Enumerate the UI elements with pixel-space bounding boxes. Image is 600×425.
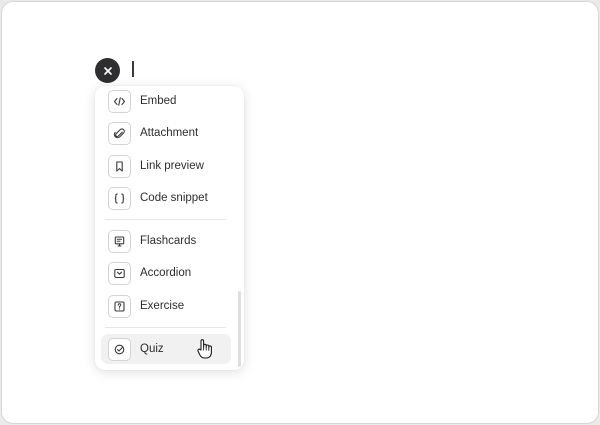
editor-canvas: Embed Attachment Link preview Code snipp… xyxy=(1,1,599,424)
menu-item-link-preview[interactable]: Link preview xyxy=(101,151,231,181)
menu-item-label: Flashcards xyxy=(140,235,197,247)
check-circle-icon xyxy=(108,337,131,361)
menu-item-embed[interactable]: Embed xyxy=(101,86,231,116)
pointer-hand-icon xyxy=(197,339,212,359)
flashcards-icon xyxy=(108,229,131,253)
paperclip-icon xyxy=(108,121,131,145)
menu-item-label: Embed xyxy=(140,95,177,107)
menu-item-attachment[interactable]: Attachment xyxy=(101,118,231,148)
menu-item-flashcards[interactable]: Flashcards xyxy=(101,226,231,256)
close-icon xyxy=(103,66,112,75)
insert-block-menu: Embed Attachment Link preview Code snipp… xyxy=(95,86,244,370)
bookmark-icon xyxy=(108,154,131,178)
menu-divider xyxy=(105,327,226,328)
accordion-icon xyxy=(108,261,131,285)
menu-item-exercise[interactable]: Exercise xyxy=(101,291,231,321)
menu-item-label: Link preview xyxy=(140,160,204,172)
close-insert-menu-button[interactable] xyxy=(95,58,120,83)
menu-item-label: Attachment xyxy=(140,127,199,139)
curly-braces-icon xyxy=(108,186,131,210)
menu-scrollbar[interactable] xyxy=(238,291,241,367)
menu-item-accordion[interactable]: Accordion xyxy=(101,258,231,288)
menu-item-label: Code snippet xyxy=(140,192,208,204)
menu-item-label: Accordion xyxy=(140,267,192,279)
text-cursor xyxy=(132,61,134,77)
embed-code-icon xyxy=(108,89,131,113)
menu-item-label: Exercise xyxy=(140,300,185,312)
menu-divider xyxy=(105,219,226,220)
menu-item-code-snippet[interactable]: Code snippet xyxy=(101,183,231,213)
menu-item-label: Quiz xyxy=(140,343,164,355)
question-mark-icon xyxy=(108,294,131,318)
